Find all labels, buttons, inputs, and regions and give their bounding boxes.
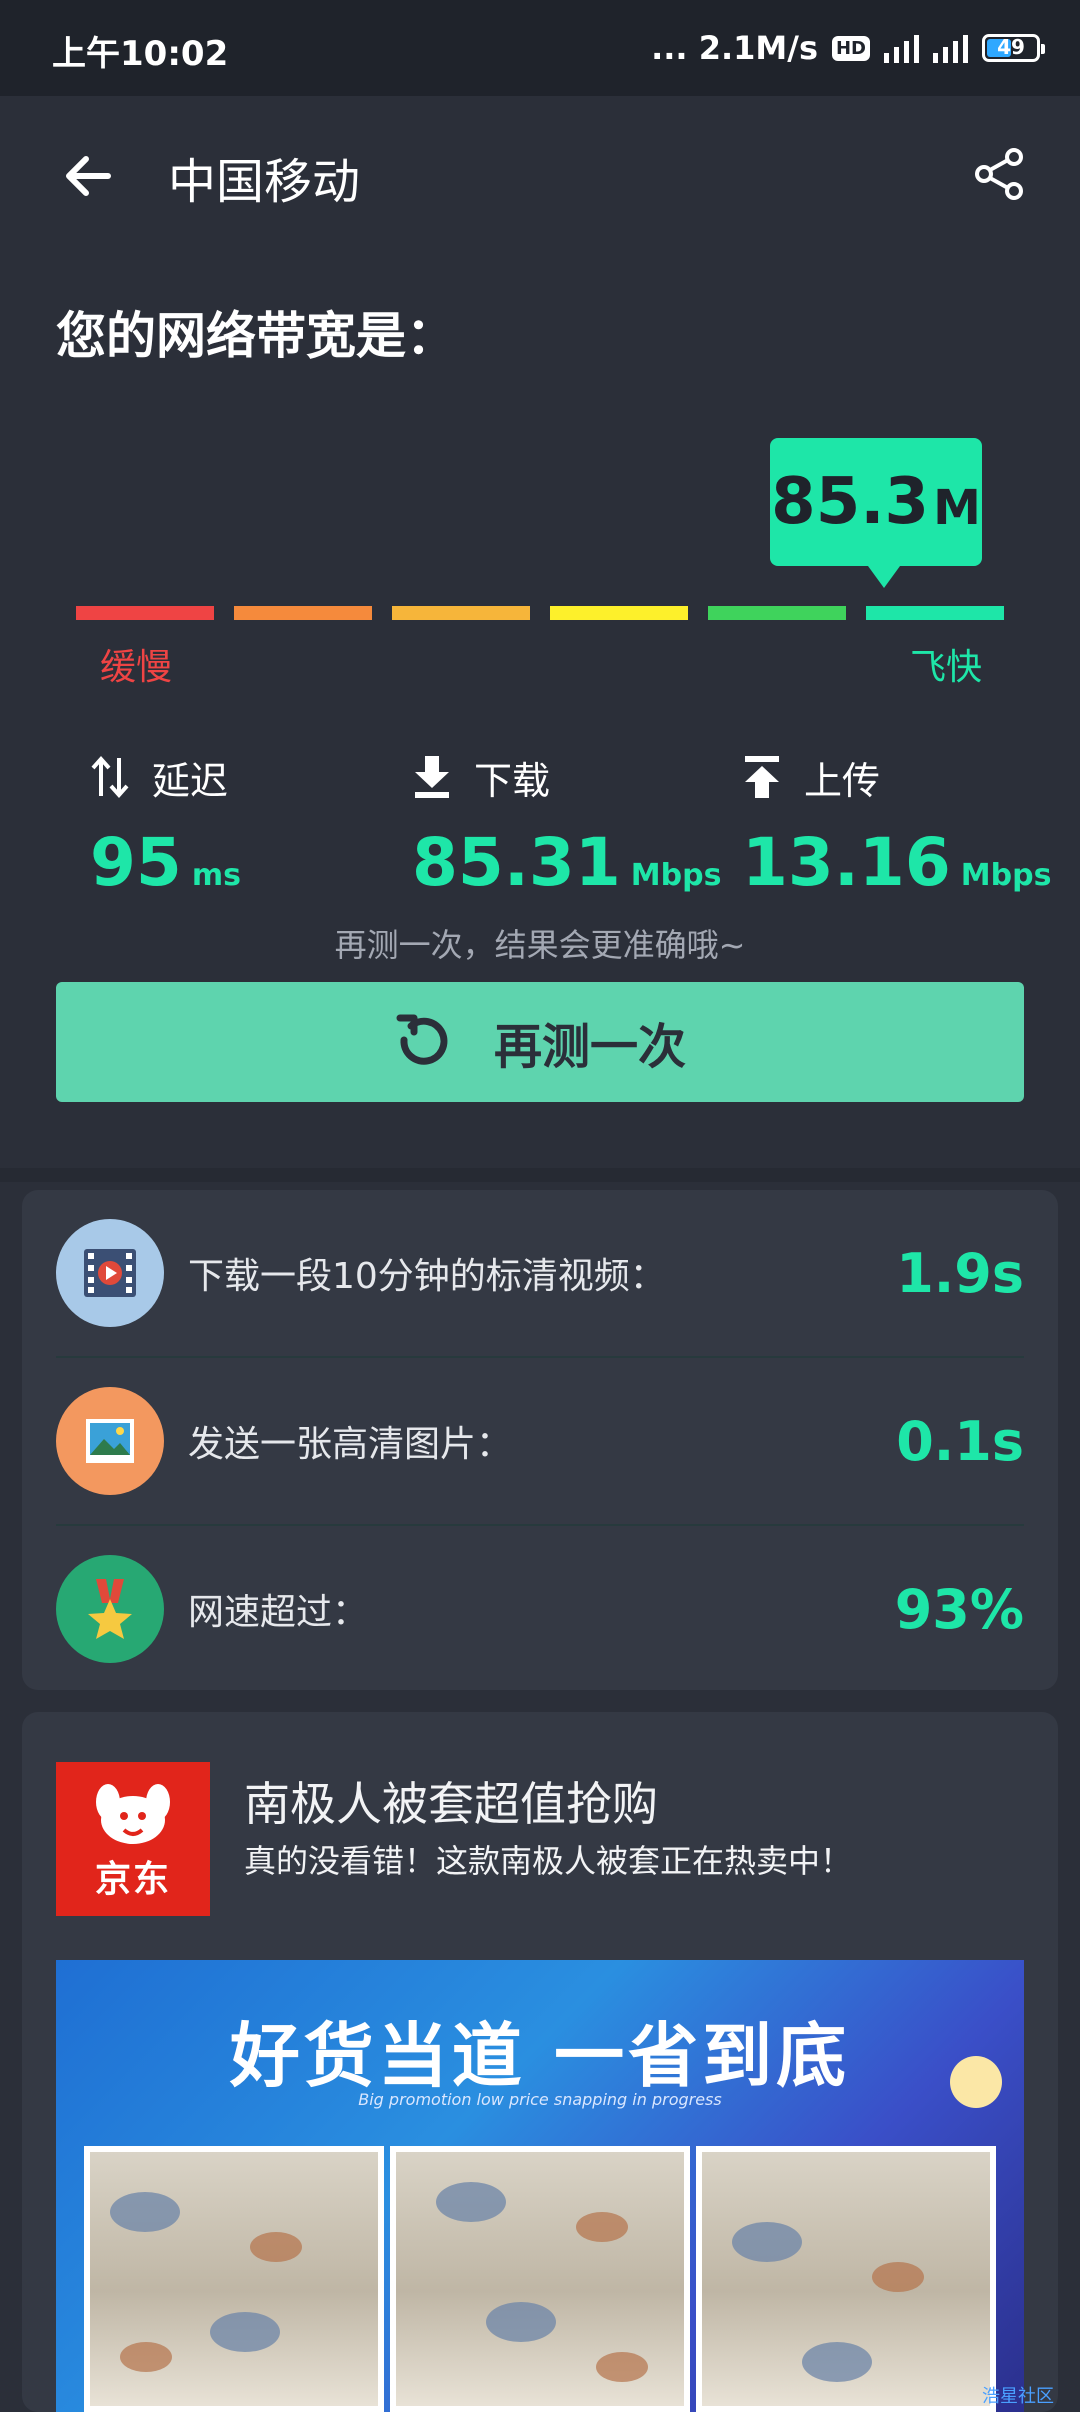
gauge-segment-5	[708, 606, 846, 620]
speed-bubble-value: 85.3	[771, 465, 930, 539]
ad-brand: 京东	[94, 1859, 171, 1900]
stats-card: 下载一段10分钟的标清视频： 1.9s 发送一张高清图片： 0.1s 网速超过：…	[22, 1190, 1058, 1690]
signal-icon	[933, 33, 968, 63]
metric-label: 下载	[474, 758, 551, 803]
page-title: 中国移动	[168, 154, 361, 210]
swap-vertical-icon	[90, 754, 130, 800]
metric-download: 下载 85.31 Mbps	[412, 752, 742, 901]
back-arrow-icon[interactable]	[58, 146, 118, 206]
ad-banner[interactable]: 好货当道 一省到底 Big promotion low price snappi…	[56, 1960, 1024, 2412]
app-bar: 中国移动	[0, 96, 1080, 256]
gauge-slow-label: 缓慢	[100, 647, 173, 688]
watermark: 浩星社区	[982, 2386, 1054, 2407]
stat-row-rank: 网速超过： 93%	[56, 1526, 1024, 1692]
video-icon	[56, 1219, 164, 1327]
jd-dog-icon	[96, 1784, 170, 1844]
metric-unit: Mbps	[630, 858, 722, 893]
download-icon	[412, 754, 452, 800]
metric-label: 上传	[804, 758, 881, 803]
hd-badge: HD	[831, 35, 870, 61]
retest-button-label: 再测一次	[493, 1019, 686, 1075]
retest-button[interactable]: 再测一次	[56, 982, 1024, 1102]
network-speed: ... 2.1M/s	[651, 29, 818, 67]
metric-unit: ms	[191, 858, 241, 893]
gauge-fast-label: 飞快	[910, 647, 983, 688]
gauge-segment-3	[392, 606, 530, 620]
bandwidth-heading: 您的网络带宽是：	[56, 307, 456, 365]
stat-value: 1.9s	[896, 1241, 1024, 1305]
share-icon[interactable]	[972, 146, 1028, 202]
speed-gauge	[76, 606, 1004, 620]
status-bar: 上午10:02 ... 2.1M/s HD 49	[0, 0, 1080, 96]
stat-value: 93%	[894, 1577, 1024, 1641]
status-indicators: ... 2.1M/s HD 49	[651, 26, 1045, 70]
product-image	[696, 2146, 996, 2412]
metric-label: 延迟	[152, 758, 229, 803]
stat-row-picture: 发送一张高清图片： 0.1s	[56, 1358, 1024, 1524]
metric-value: 95	[90, 824, 182, 901]
banner-subtitle: Big promotion low price snapping in prog…	[358, 2090, 722, 2109]
stat-description: 发送一张高清图片：	[188, 1424, 513, 1465]
product-image	[84, 2146, 384, 2412]
signal-icon	[884, 33, 919, 63]
speed-bubble-unit: M	[933, 480, 981, 536]
stat-description: 网速超过：	[188, 1592, 369, 1633]
moon-decoration	[950, 2056, 1002, 2108]
section-divider	[0, 1168, 1080, 1182]
ad-card[interactable]: 京东 南极人被套超值抢购 真的没看错！这款南极人被套正在热卖中！ 好货当道 一省…	[22, 1712, 1058, 2412]
jd-logo: 京东	[56, 1762, 210, 1916]
ad-subtitle: 真的没看错！这款南极人被套正在热卖中！	[244, 1842, 853, 1880]
stat-description: 下载一段10分钟的标清视频：	[188, 1256, 666, 1297]
ad-title: 南极人被套超值抢购	[244, 1777, 658, 1831]
medal-icon	[56, 1555, 164, 1663]
metric-value: 85.31	[412, 824, 621, 901]
stat-row-video: 下载一段10分钟的标清视频： 1.9s	[56, 1190, 1024, 1356]
metric-latency: 延迟 95 ms	[90, 752, 420, 901]
upload-icon	[742, 754, 782, 800]
status-time: 上午10:02	[52, 34, 229, 74]
banner-headline: 好货当道 一省到底	[229, 2014, 851, 2097]
product-image	[390, 2146, 690, 2412]
battery-icon: 49	[982, 34, 1045, 62]
metric-unit: Mbps	[960, 858, 1052, 893]
picture-icon	[56, 1387, 164, 1495]
gauge-segment-4	[550, 606, 688, 620]
speed-bubble: 85.3 M	[770, 438, 982, 588]
metric-upload: 上传 13.16 Mbps	[742, 752, 1072, 901]
refresh-icon	[394, 1010, 454, 1074]
gauge-segment-1	[76, 606, 214, 620]
battery-level: 49	[997, 35, 1025, 59]
gauge-segment-6	[866, 606, 1004, 620]
retest-hint: 再测一次，结果会更准确哦~	[334, 926, 746, 964]
metric-value: 13.16	[742, 824, 951, 901]
stat-value: 0.1s	[896, 1409, 1024, 1473]
gauge-segment-2	[234, 606, 372, 620]
